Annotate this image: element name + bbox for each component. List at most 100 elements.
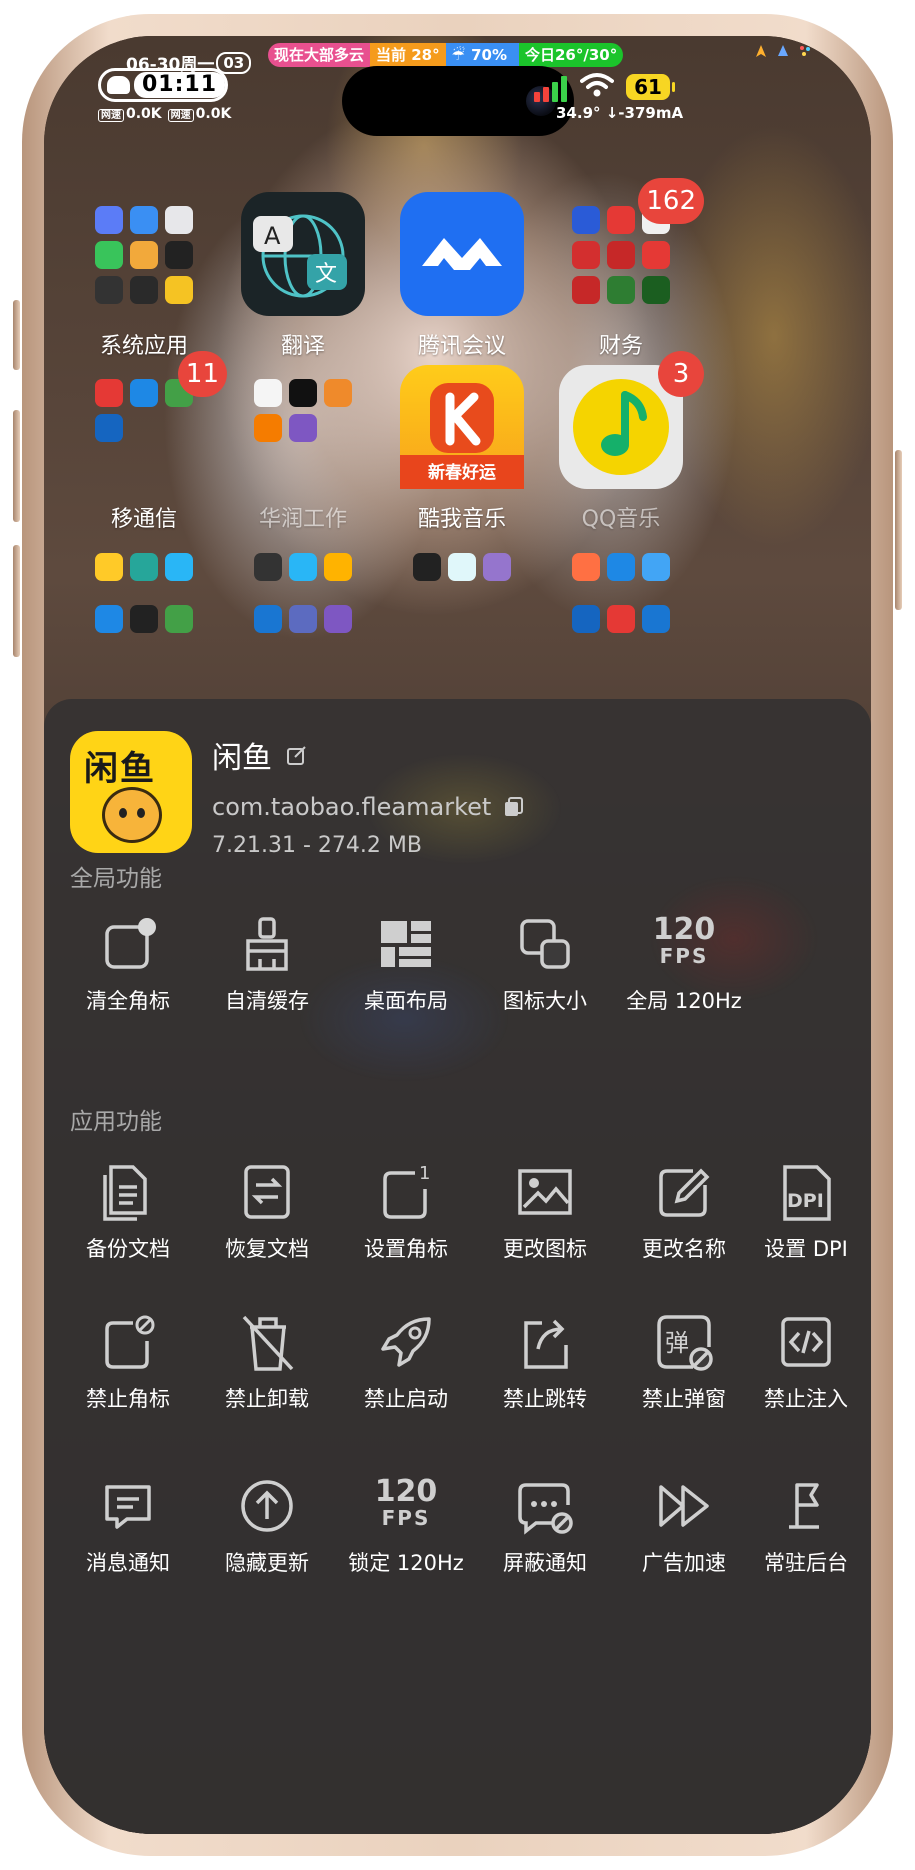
folder-row3-4[interactable] <box>556 539 686 663</box>
restore-document-button[interactable]: 恢复文档 <box>202 1161 332 1263</box>
block-popup-button[interactable]: 弹 禁止弹窗 <box>619 1311 749 1413</box>
app-name: 闲鱼 <box>212 741 272 776</box>
rocket-icon <box>381 1317 431 1367</box>
flag-icon <box>789 1483 819 1529</box>
action-button[interactable] <box>13 300 20 370</box>
redirect-block-icon <box>524 1319 568 1369</box>
folder-cr-work[interactable]: 华润工作 <box>238 365 368 533</box>
fn-label: 更改图标 <box>503 1237 587 1261</box>
change-name-button[interactable]: 更改名称 <box>619 1161 749 1263</box>
uninstall-block-icon <box>242 1315 294 1371</box>
message-notify-button[interactable]: 消息通知 <box>63 1475 193 1577</box>
fn-label: 禁止卸载 <box>225 1387 309 1411</box>
set-badge-button[interactable]: 1 设置角标 <box>341 1161 471 1263</box>
notification-block-icon <box>518 1483 573 1535</box>
notification-badge: 11 <box>177 351 227 397</box>
block-badge-button[interactable]: 禁止角标 <box>63 1311 193 1413</box>
edit-icon <box>659 1168 710 1217</box>
block-redirect-button[interactable]: 禁止跳转 <box>480 1311 610 1413</box>
battery-temp-current: 34.9° ↓-379mA <box>556 104 684 122</box>
block-launch-button[interactable]: 禁止启动 <box>341 1311 471 1413</box>
volume-up-button[interactable] <box>13 410 20 522</box>
set-badge-icon: 1 <box>383 1163 430 1219</box>
fn-label: 常驻后台 <box>764 1551 848 1575</box>
network-speed: 网速 0.0K 网速 0.0K <box>98 106 231 122</box>
fn-label: 禁止启动 <box>364 1387 448 1411</box>
svg-text:文: 文 <box>315 262 337 287</box>
ad-speedup-button[interactable]: 广告加速 <box>619 1475 749 1577</box>
day-badge: 03 <box>216 51 252 74</box>
app-tencent-meeting[interactable]: 腾讯会议 <box>397 192 527 360</box>
app-label: 腾讯会议 <box>417 334 506 359</box>
hide-update-button[interactable]: 隐藏更新 <box>202 1475 332 1577</box>
dots-status-icon <box>800 46 810 56</box>
fn-label: 清全角标 <box>86 989 170 1013</box>
message-icon <box>105 1485 151 1529</box>
folder-finance[interactable]: 162 财务 <box>556 178 704 360</box>
weather-today-range: 今日26°/30° <box>518 43 624 67</box>
edit-name-icon[interactable] <box>286 744 308 766</box>
fn-label: 禁止跳转 <box>503 1387 587 1411</box>
fn-label: 隐藏更新 <box>225 1551 309 1575</box>
svg-text:弹: 弹 <box>665 1329 689 1357</box>
version-size: 7.21.31 - 274.2 MB <box>212 833 422 858</box>
wifi-icon <box>580 73 614 97</box>
translate-icon: A 文 <box>241 192 365 316</box>
copy-icon[interactable] <box>503 796 525 818</box>
fn-label: 锁定 120Hz <box>348 1551 464 1575</box>
app-qq-music[interactable]: 3 QQ音乐 <box>556 351 704 533</box>
folder-row3-1[interactable] <box>79 539 209 663</box>
power-button[interactable] <box>895 450 902 610</box>
folder-icon <box>241 539 365 663</box>
keep-background-button[interactable]: 常驻后台 <box>741 1475 871 1577</box>
fn-label: 自清缓存 <box>225 989 309 1013</box>
auto-clear-cache-button[interactable]: 自清缓存 <box>202 913 332 1015</box>
change-icon-button[interactable]: 更改图标 <box>480 1161 610 1263</box>
block-notification-button[interactable]: 屏蔽通知 <box>480 1475 610 1577</box>
folder-icon <box>400 539 524 663</box>
weather-rain-chance: ☔ 70% <box>445 43 519 67</box>
desktop-layout-button[interactable]: 桌面布局 <box>341 913 471 1015</box>
app-tools-sheet: 闲鱼 闲鱼 com.taobao.fleamarket 7.21.31 - 27… <box>44 699 871 1834</box>
backup-document-button[interactable]: 备份文档 <box>63 1161 193 1263</box>
set-dpi-button[interactable]: DPI 设置 DPI <box>741 1161 871 1263</box>
app-name-row: 闲鱼 <box>212 733 525 777</box>
app-label: 华润工作 <box>258 507 347 532</box>
block-inject-button[interactable]: 禁止注入 <box>741 1311 871 1413</box>
weather-current-temp: 当前 28° <box>370 43 446 67</box>
folder-row3-3[interactable] <box>397 539 527 663</box>
fn-label: 图标大小 <box>503 989 587 1013</box>
app-status-icon <box>778 45 788 56</box>
app-section-title: 应用功能 <box>70 1109 162 1135</box>
update-icon <box>241 1480 293 1532</box>
weather-strip[interactable]: 现在大部多云 当前 28° ☔ 70% 今日26°/30° <box>268 43 624 67</box>
package-name: com.taobao.fleamarket <box>212 793 492 821</box>
popup-block-icon: 弹 <box>657 1315 713 1371</box>
cellular-signal-icon <box>534 76 567 102</box>
app-translate[interactable]: A 文 翻译 <box>238 192 368 360</box>
folder-telecom[interactable]: 11 移通信 <box>79 351 227 533</box>
folder-row3-2[interactable] <box>238 539 368 663</box>
code-icon <box>781 1317 831 1367</box>
document-backup-icon <box>103 1165 147 1221</box>
clear-badges-button[interactable]: 清全角标 <box>63 913 193 1015</box>
fn-label: 消息通知 <box>86 1551 170 1575</box>
icon-size-icon <box>520 919 570 969</box>
badge-block-icon <box>105 1315 155 1369</box>
global-120hz-button[interactable]: 120 FPS 全局 120Hz <box>619 913 749 1015</box>
folder-icon <box>82 539 206 663</box>
lock-120hz-button[interactable]: 120 FPS 锁定 120Hz <box>341 1475 471 1577</box>
fn-label: 恢复文档 <box>225 1237 309 1261</box>
fn-label: 设置角标 <box>364 1237 448 1261</box>
block-uninstall-button[interactable]: 禁止卸载 <box>202 1311 332 1413</box>
xianyu-icon-text: 闲鱼 <box>84 749 156 789</box>
kuwo-subtext: 新春好运 <box>428 463 496 483</box>
volume-down-button[interactable] <box>13 545 20 657</box>
folder-system-apps[interactable]: 系统应用 <box>79 192 209 360</box>
net-down-value: 0.0K <box>126 106 162 122</box>
icon-size-button[interactable]: 图标大小 <box>480 913 610 1015</box>
app-label: 移通信 <box>110 507 177 532</box>
app-kuwo-music[interactable]: 新春好运 酷我音乐 <box>397 365 527 533</box>
image-icon <box>518 1169 572 1215</box>
weather-condition: 现在大部多云 <box>268 43 371 67</box>
